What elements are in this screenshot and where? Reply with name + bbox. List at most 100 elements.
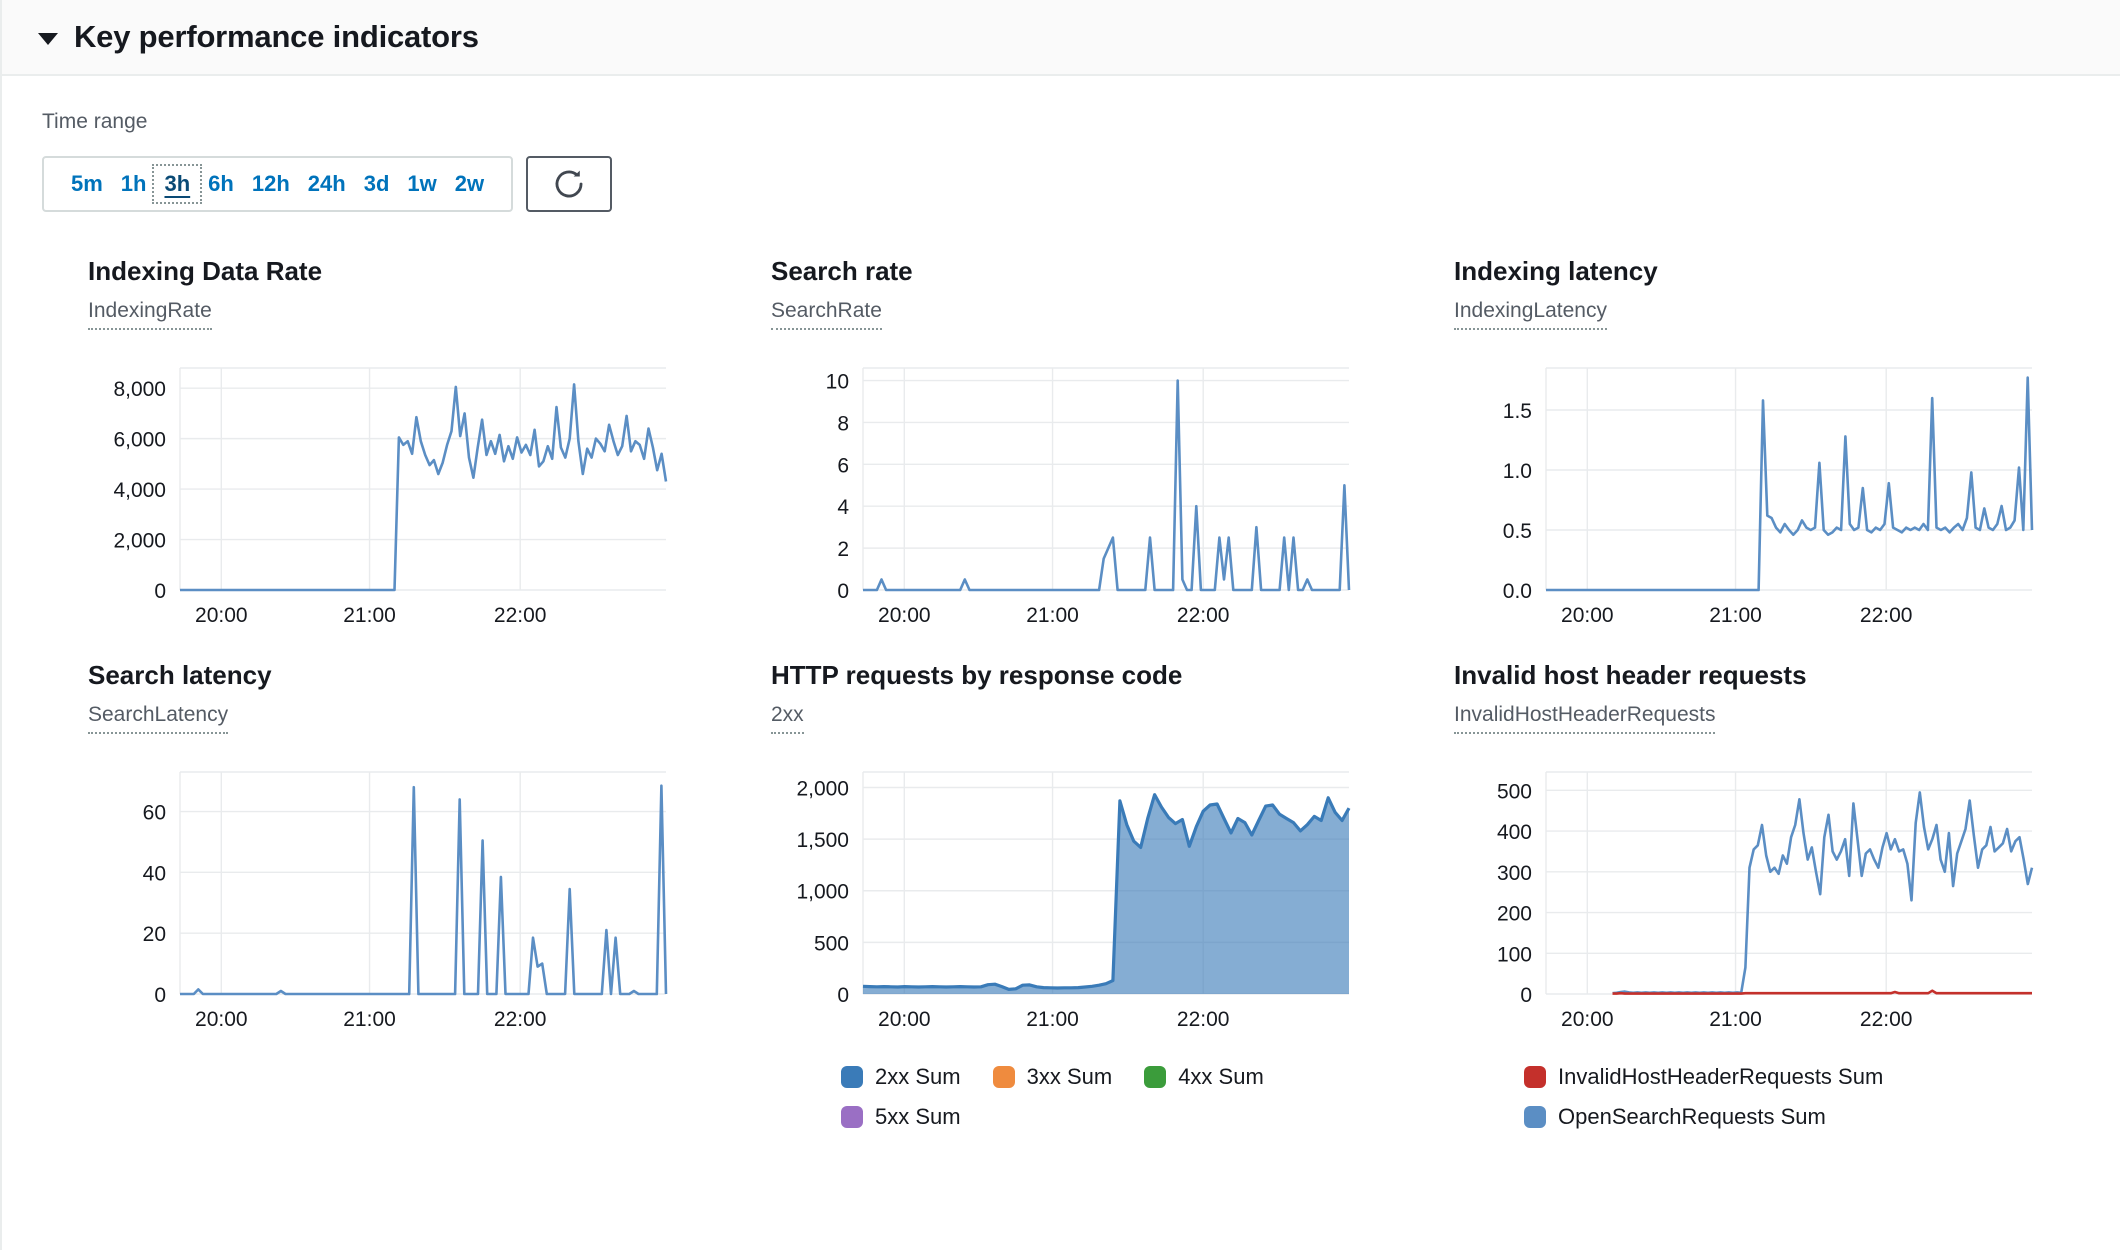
y-axis-tick-label: 500 bbox=[1497, 780, 1532, 803]
legend-item[interactable]: 2xx Sum bbox=[841, 1064, 961, 1090]
chart-metric-label[interactable]: InvalidHostHeaderRequests bbox=[1454, 703, 1716, 734]
chart-plot-wrapper: 0 500 1,000 1,500 2,000 20:00 21:00 22:00 bbox=[771, 758, 1454, 1048]
y-axis-tick-label: 8,000 bbox=[113, 378, 166, 401]
legend-item[interactable]: 3xx Sum bbox=[992, 1064, 1112, 1090]
y-axis-tick-label: 0 bbox=[1520, 984, 1532, 1007]
x-axis-tick-label: 21:00 bbox=[1709, 604, 1762, 627]
time-range-segmented-control[interactable]: 5m 1h 3h 6h 12h 24h 3d 1w 2w bbox=[42, 156, 514, 212]
time-range-option-3d[interactable]: 3d bbox=[355, 167, 399, 201]
x-axis-tick-label: 22:00 bbox=[1177, 604, 1230, 627]
refresh-icon bbox=[555, 170, 583, 198]
x-axis-tick-label: 22:00 bbox=[494, 604, 547, 627]
page-title: Key performance indicators bbox=[74, 19, 479, 54]
y-axis-tick-label: 40 bbox=[143, 862, 166, 885]
chart-legend: 2xx Sum 3xx Sum 4xx Sum 5xx Sum bbox=[771, 1064, 1391, 1130]
refresh-button[interactable] bbox=[526, 156, 613, 212]
legend-item[interactable]: 5xx Sum bbox=[841, 1104, 961, 1130]
chart-card: Invalid host header requests InvalidHostH… bbox=[1454, 660, 2120, 1146]
y-axis-tick-label: 2,000 bbox=[113, 530, 166, 553]
plot-area: 0 2 4 6 8 10 20:00 21:00 22:00 bbox=[826, 367, 1351, 627]
time-range-controls: 5m 1h 3h 6h 12h 24h 3d 1w 2w bbox=[42, 156, 2120, 212]
x-axis-tick-label: 22:00 bbox=[1860, 1008, 1913, 1031]
y-axis-tick-label: 0 bbox=[154, 984, 166, 1007]
y-axis-tick-label: 10 bbox=[826, 371, 849, 394]
x-axis-tick-label: 21:00 bbox=[1026, 604, 1079, 627]
y-axis-tick-label: 100 bbox=[1497, 943, 1532, 966]
y-axis-tick-label: 0 bbox=[837, 984, 849, 1007]
x-axis-tick-label: 20:00 bbox=[1561, 1008, 1614, 1031]
series-line bbox=[180, 784, 668, 996]
legend-color-swatch bbox=[841, 1066, 863, 1088]
chart-metric-label[interactable]: IndexingRate bbox=[88, 299, 212, 330]
y-axis-tick-label: 0 bbox=[837, 580, 849, 603]
x-axis-tick-label: 22:00 bbox=[1177, 1008, 1230, 1031]
legend-color-swatch bbox=[1524, 1106, 1546, 1128]
legend-item[interactable]: OpenSearchRequests Sum bbox=[1524, 1104, 1826, 1130]
y-axis-tick-label: 1.5 bbox=[1503, 400, 1532, 423]
x-axis-tick-label: 20:00 bbox=[195, 604, 248, 627]
legend-color-swatch bbox=[1144, 1066, 1167, 1088]
series-line bbox=[863, 379, 1351, 592]
legend-item[interactable]: InvalidHostHeaderRequests Sum bbox=[1524, 1064, 1883, 1090]
chart-metric-label[interactable]: SearchRate bbox=[771, 299, 882, 330]
y-axis-tick-label: 8 bbox=[837, 412, 849, 435]
chart-plot-wrapper: 0.0 0.5 1.0 1.5 20:00 21:00 22:00 bbox=[1454, 354, 2120, 644]
chart-card: Indexing Data Rate IndexingRate 0 2,000 4,00… bbox=[88, 256, 771, 660]
y-axis-tick-label: 0.5 bbox=[1503, 520, 1532, 543]
series-line bbox=[1612, 791, 2034, 995]
time-range-label: Time range bbox=[42, 110, 148, 133]
legend-label: 2xx Sum bbox=[875, 1064, 961, 1089]
y-axis-tick-label: 2 bbox=[837, 538, 849, 561]
series-area bbox=[863, 794, 1349, 994]
y-axis-tick-label: 1.0 bbox=[1503, 460, 1532, 483]
legend-color-swatch bbox=[992, 1066, 1015, 1088]
y-axis-tick-label: 6,000 bbox=[113, 429, 166, 452]
plot-area: 0 100 200 300 400 500 20:00 21:00 22:00 bbox=[1497, 771, 2034, 1031]
chart-title: Invalid host header requests bbox=[1454, 660, 1807, 690]
chart-plot-wrapper: 0 2,000 4,000 6,000 8,000 20:00 21:00 22:00 bbox=[88, 354, 771, 644]
y-axis-tick-label: 500 bbox=[814, 932, 849, 955]
y-axis-tick-label: 0 bbox=[154, 580, 166, 603]
caret-down-icon[interactable] bbox=[38, 33, 58, 45]
chart-metric-label[interactable]: IndexingLatency bbox=[1454, 299, 1607, 330]
time-range-option-1h[interactable]: 1h bbox=[112, 167, 156, 201]
time-range-option-6h[interactable]: 6h bbox=[199, 167, 243, 201]
legend-label: 5xx Sum bbox=[875, 1104, 961, 1129]
chart-metric-label[interactable]: SearchLatency bbox=[88, 703, 229, 734]
kpi-panel-body: Time range 5m 1h 3h 6h 12h 24h 3d 1w 2w Indexing… bbox=[2, 76, 2120, 1146]
y-axis-tick-label: 300 bbox=[1497, 862, 1532, 885]
x-axis-tick-label: 20:00 bbox=[878, 604, 931, 627]
x-axis-tick-label: 21:00 bbox=[1709, 1008, 1762, 1031]
y-axis-tick-label: 6 bbox=[837, 454, 849, 477]
plot-area: 0.0 0.5 1.0 1.5 20:00 21:00 22:00 bbox=[1503, 367, 2034, 627]
y-axis-tick-label: 0.0 bbox=[1503, 580, 1532, 603]
chart-title: HTTP requests by response code bbox=[771, 660, 1183, 690]
plot-area: 0 2,000 4,000 6,000 8,000 20:00 21:00 22:00 bbox=[113, 367, 668, 627]
time-range-option-3h[interactable]: 3h bbox=[152, 164, 203, 204]
legend-label: OpenSearchRequests Sum bbox=[1558, 1104, 1826, 1129]
legend-item[interactable]: 4xx Sum bbox=[1144, 1064, 1264, 1090]
chart-card: Search latency SearchLatency 0 20 40 60 20:00 2… bbox=[88, 660, 771, 1146]
kpi-chart-grid: Indexing Data Rate IndexingRate 0 2,000 4,00… bbox=[42, 256, 2120, 1146]
chart-title: Search rate bbox=[771, 256, 913, 286]
time-range-option-1w[interactable]: 1w bbox=[398, 167, 445, 201]
y-axis-tick-label: 400 bbox=[1497, 821, 1532, 844]
x-axis-tick-label: 20:00 bbox=[878, 1008, 931, 1031]
chart-card: Search rate SearchRate 0 2 4 6 8 10 20:00 21:00 22… bbox=[771, 256, 1454, 660]
chart-metric-label[interactable]: 2xx bbox=[771, 703, 804, 734]
chart-title: Indexing Data Rate bbox=[88, 256, 323, 286]
kpi-panel-header[interactable]: Key performance indicators bbox=[2, 0, 2120, 76]
y-axis-tick-label: 4,000 bbox=[113, 479, 166, 502]
x-axis-tick-label: 20:00 bbox=[195, 1008, 248, 1031]
chart-title: Indexing latency bbox=[1454, 256, 1658, 286]
time-range-option-24h[interactable]: 24h bbox=[299, 167, 355, 201]
time-range-option-5m[interactable]: 5m bbox=[62, 167, 112, 201]
x-axis-tick-label: 21:00 bbox=[1026, 1008, 1079, 1031]
y-axis-tick-label: 20 bbox=[143, 923, 166, 946]
plot-area: 0 500 1,000 1,500 2,000 20:00 21:00 22:00 bbox=[796, 771, 1351, 1031]
time-range-option-12h[interactable]: 12h bbox=[243, 167, 299, 201]
time-range-option-2w[interactable]: 2w bbox=[446, 167, 493, 201]
legend-label: 4xx Sum bbox=[1178, 1064, 1264, 1089]
chart-card: HTTP requests by response code 2xx 0 500 1,0… bbox=[771, 660, 1454, 1146]
chart-plot-wrapper: 0 100 200 300 400 500 20:00 21:00 22:00 bbox=[1454, 758, 2120, 1048]
